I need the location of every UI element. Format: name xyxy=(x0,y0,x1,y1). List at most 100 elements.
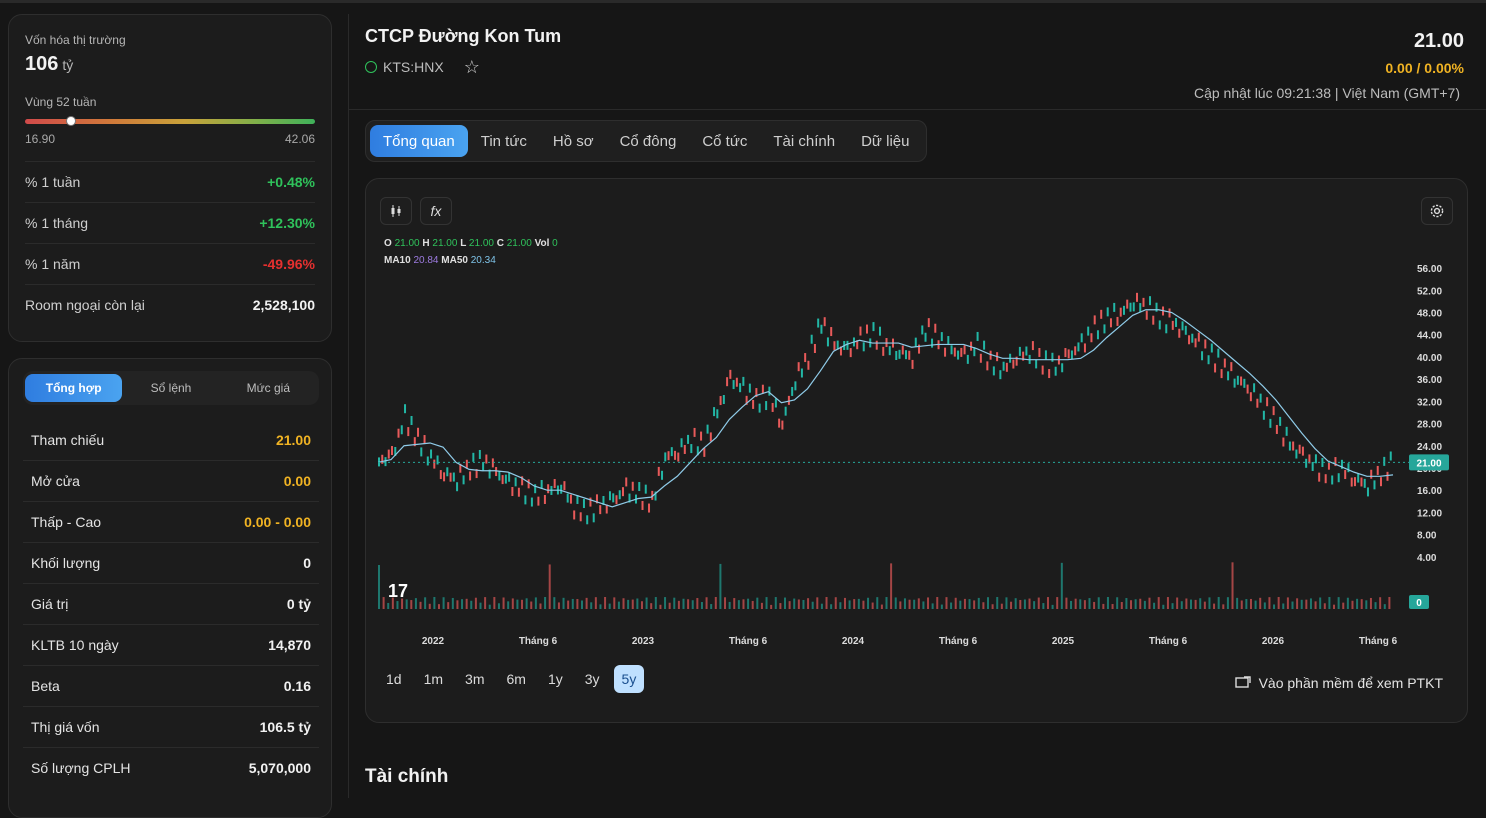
candle xyxy=(530,497,533,507)
candle xyxy=(641,500,644,510)
volume-bar xyxy=(747,598,750,609)
candle xyxy=(504,474,507,484)
range-button-3m[interactable]: 3m xyxy=(457,665,492,693)
range-button-5y[interactable]: 5y xyxy=(613,665,645,693)
tradingview-logo: 17 xyxy=(388,581,408,601)
candle xyxy=(1201,351,1204,361)
subtab-muc-gia[interactable]: Mức giá xyxy=(220,374,317,402)
volume-bar xyxy=(1346,597,1349,609)
candle xyxy=(1262,410,1265,420)
candlestick-icon[interactable] xyxy=(380,197,412,225)
candle xyxy=(478,449,481,459)
volume-bar xyxy=(682,598,685,609)
volume-bar xyxy=(816,597,819,609)
volume-bar xyxy=(1097,597,1100,609)
volume-bar xyxy=(825,597,828,609)
volume-bar xyxy=(664,597,667,609)
ptkt-link[interactable]: Vào phần mềm để xem PTKT xyxy=(1234,675,1443,691)
volume-bar xyxy=(1093,601,1096,609)
volume-bar xyxy=(590,602,593,609)
tab-ho-so[interactable]: Hồ sơ xyxy=(540,125,607,157)
volume-bar xyxy=(936,597,939,609)
candle xyxy=(1077,342,1080,352)
tab-co-tuc[interactable]: Cổ tức xyxy=(689,125,760,157)
range-button-3y[interactable]: 3y xyxy=(577,665,608,693)
tab-tin-tuc[interactable]: Tin tức xyxy=(468,125,540,157)
volume-bar xyxy=(622,598,625,609)
volume-bar xyxy=(1106,597,1109,609)
candle xyxy=(820,324,823,334)
candle xyxy=(1188,335,1191,345)
candle xyxy=(1061,363,1064,373)
tab-du-lieu[interactable]: Dữ liệu xyxy=(848,125,922,157)
stat-label: Room ngoại còn lại xyxy=(25,297,145,313)
candle xyxy=(433,459,436,469)
candle xyxy=(1301,446,1304,456)
volume-bar xyxy=(733,598,736,609)
candle xyxy=(612,493,615,503)
candle xyxy=(732,380,735,390)
candle xyxy=(1370,469,1373,479)
candle xyxy=(569,494,572,504)
quote-label: Khối lượng xyxy=(31,555,101,571)
candle xyxy=(1044,350,1047,360)
candle xyxy=(452,472,455,482)
range-button-1y[interactable]: 1y xyxy=(540,665,571,693)
gear-icon[interactable] xyxy=(1421,197,1453,225)
volume-bar xyxy=(617,601,620,609)
candle xyxy=(979,353,982,363)
candle xyxy=(683,444,686,454)
candle xyxy=(485,454,488,464)
candle xyxy=(729,369,732,379)
candle xyxy=(947,336,950,346)
candle xyxy=(940,332,943,342)
y-tick-label: 36.00 xyxy=(1417,375,1442,386)
candle xyxy=(537,496,540,506)
volume-bar xyxy=(1046,597,1049,609)
volume-bar xyxy=(567,600,570,609)
y-tick-label: 16.00 xyxy=(1417,486,1442,497)
range-button-1m[interactable]: 1m xyxy=(416,665,451,693)
range-button-1d[interactable]: 1d xyxy=(378,665,410,693)
x-tick-label: Tháng 6 xyxy=(519,636,558,647)
candle xyxy=(1236,375,1239,385)
range-button-6m[interactable]: 6m xyxy=(498,665,533,693)
week52-range-marker xyxy=(66,116,77,126)
candle xyxy=(501,475,504,485)
candle xyxy=(1149,296,1152,306)
candle xyxy=(908,350,911,360)
volume-bar xyxy=(1033,601,1036,609)
candle xyxy=(1096,330,1099,340)
volume-bar xyxy=(659,604,662,609)
star-icon[interactable]: ☆ xyxy=(464,58,480,76)
candle xyxy=(748,383,751,393)
quote-row: Khối lượng 0 xyxy=(23,542,319,583)
candle xyxy=(670,447,673,457)
volume-bar xyxy=(714,597,717,609)
candle xyxy=(713,407,716,417)
range-selector: 1d 1m 3m 6m 1y 3y 5y xyxy=(378,665,650,693)
volume-bar xyxy=(737,600,740,609)
volume-bar xyxy=(756,597,759,609)
week52-low: 16.90 xyxy=(25,132,56,146)
volume-bar xyxy=(650,603,653,609)
subtab-so-lenh[interactable]: Sổ lệnh xyxy=(122,374,219,402)
candle xyxy=(524,495,527,505)
x-tick-label: 2025 xyxy=(1052,636,1075,647)
price-chart[interactable]: 56.00 52.00 48.00 44.00 40.00 36.00 32.00 28.00… xyxy=(378,239,1453,649)
tab-tong-quan[interactable]: Tổng quan xyxy=(370,125,468,157)
volume-bar xyxy=(1019,599,1022,609)
volume-bar xyxy=(1254,600,1257,609)
tab-co-dong[interactable]: Cổ đông xyxy=(607,125,690,157)
volume-bar xyxy=(751,600,754,609)
subtab-tong-hop[interactable]: Tổng hợp xyxy=(25,374,123,402)
stock-summary-card: Vốn hóa thị trường 106 tỷ Vùng 52 tuần 16… xyxy=(8,14,332,342)
volume-bar xyxy=(1065,597,1068,609)
candle xyxy=(456,482,459,492)
candle xyxy=(752,399,755,409)
quote-value: 0.00 - 0.00 xyxy=(244,514,311,530)
week52-range-bar xyxy=(25,116,315,126)
candle xyxy=(765,401,768,411)
indicator-function-icon[interactable]: fx xyxy=(420,197,452,225)
tab-tai-chinh[interactable]: Tài chính xyxy=(760,125,848,157)
